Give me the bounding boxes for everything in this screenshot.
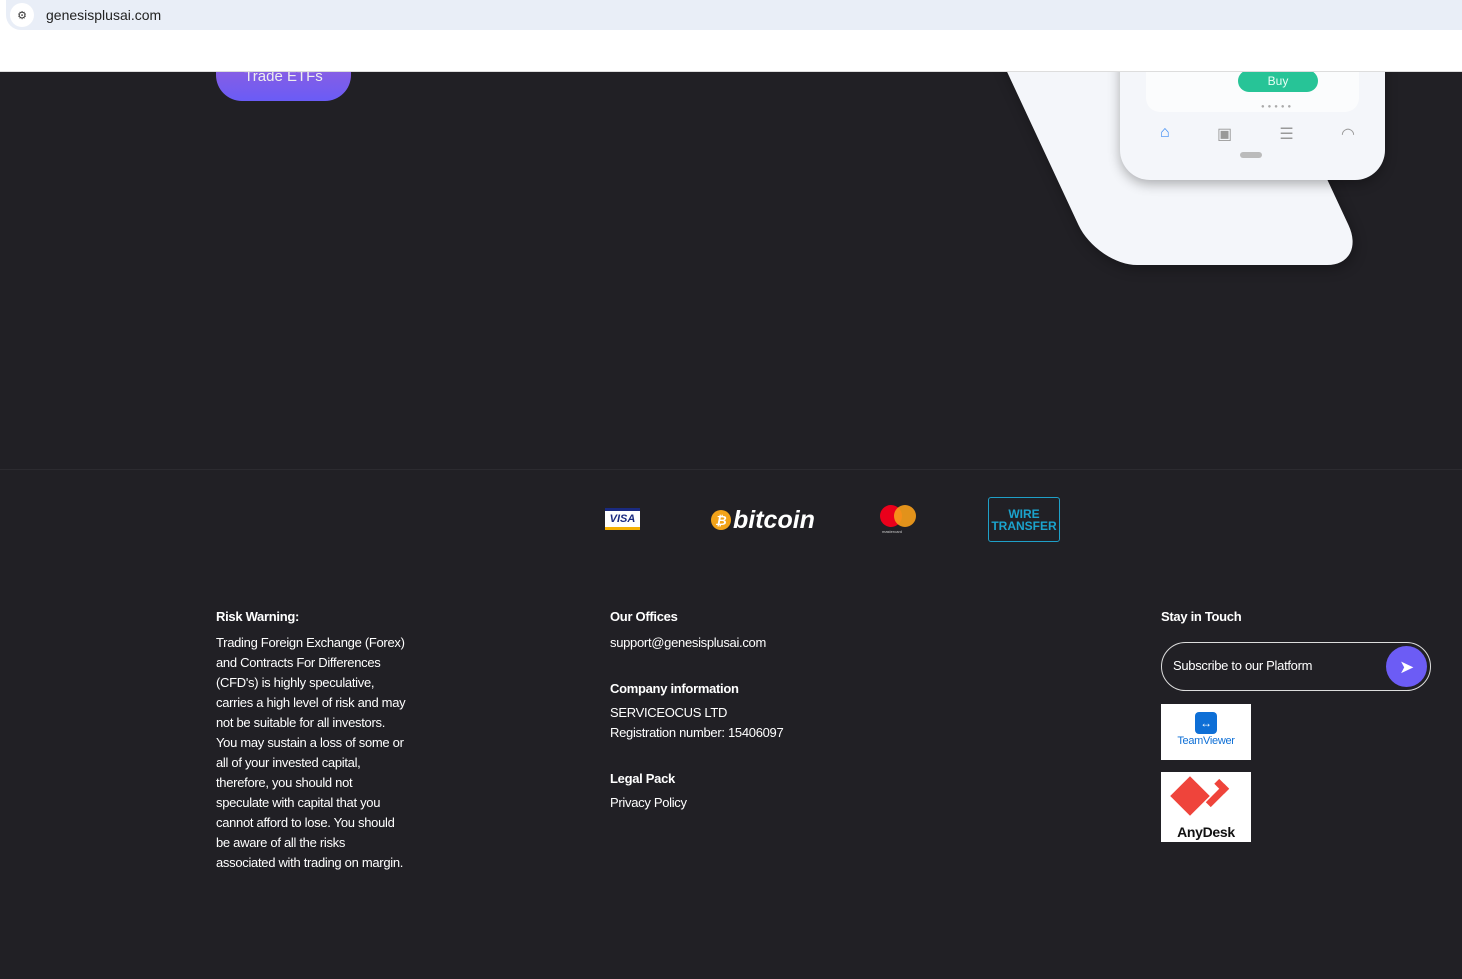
address-bar[interactable]: ⚙ genesisplusai.com [6, 0, 1462, 30]
wire-transfer-logo: WIRE TRANSFER [988, 497, 1060, 542]
site-settings-icon[interactable]: ⚙ [10, 3, 34, 27]
pager-dots: ●●●●● [1261, 104, 1295, 110]
briefcase-icon: ▣ [1216, 126, 1233, 143]
bitcoin-icon: ₿ [711, 510, 731, 530]
risk-warning-text: Trading Foreign Exchange (Forex) and Con… [216, 635, 406, 870]
browser-chrome: ⚙ genesisplusai.com [0, 0, 1462, 72]
privacy-policy-link[interactable]: Privacy Policy [610, 795, 687, 810]
stay-in-touch-title: Stay in Touch [1161, 609, 1242, 624]
divider [0, 469, 1462, 470]
risk-warning-title: Risk Warning: [216, 609, 300, 624]
headset-icon: ◠ [1341, 126, 1355, 143]
legal-pack-title: Legal Pack [610, 771, 675, 786]
company-name: SERVICEOCUS LTD [610, 705, 728, 720]
stay-in-touch-section: Stay in Touch Subscribe to our Platform … [1161, 607, 1431, 842]
phone-buy-button: Buy [1238, 70, 1318, 92]
risk-warning-section: Risk Warning: Trading Foreign Exchange (… [216, 607, 406, 873]
teamviewer-link[interactable]: ↔ TeamViewer [1161, 704, 1251, 760]
send-button[interactable]: ➤ [1386, 646, 1427, 687]
bitcoin-logo: ₿ bitcoin [711, 505, 815, 535]
anydesk-link[interactable]: AnyDesk [1161, 772, 1251, 842]
url-text[interactable]: genesisplusai.com [46, 7, 161, 23]
coins-icon: ☰ [1279, 126, 1294, 143]
offices-title: Our Offices [610, 609, 678, 624]
offices-section: Our Offices support@genesisplusai.com Co… [610, 607, 784, 813]
company-info-title: Company information [610, 681, 739, 696]
visa-logo: VISA [605, 508, 640, 530]
registration-number: Registration number: 15406097 [610, 725, 784, 740]
send-icon: ➤ [1399, 656, 1414, 677]
anydesk-icon [1161, 776, 1251, 822]
subscribe-input[interactable]: Subscribe to our Platform ➤ [1161, 642, 1431, 691]
mastercard-logo: mastercard [880, 505, 916, 535]
support-email-link[interactable]: support@genesisplusai.com [610, 635, 766, 650]
home-icon: ⌂ [1160, 124, 1170, 141]
teamviewer-icon: ↔ [1195, 712, 1217, 734]
